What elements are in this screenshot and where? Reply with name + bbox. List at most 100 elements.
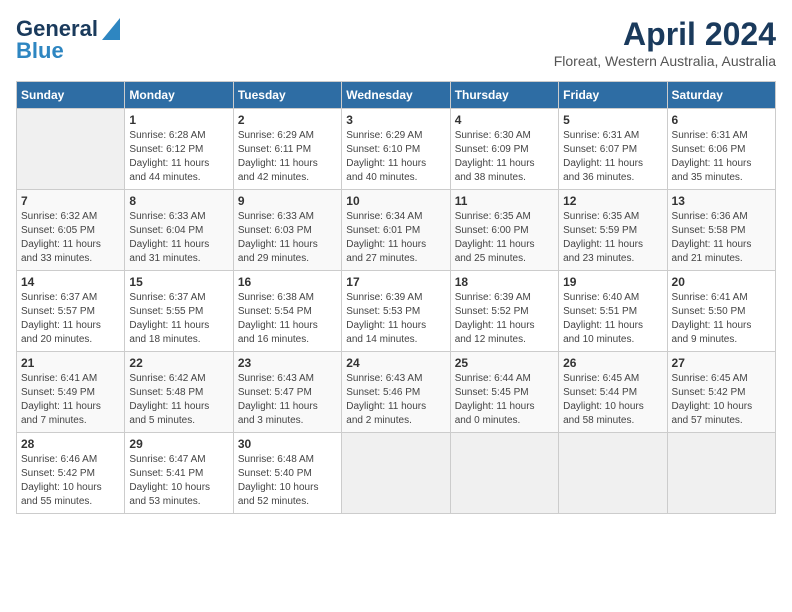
calendar-day-cell [342, 433, 450, 514]
calendar-day-cell: 12 Sunrise: 6:35 AM Sunset: 5:59 PM Dayli… [559, 190, 667, 271]
day-number: 22 [129, 356, 228, 370]
day-number: 20 [672, 275, 771, 289]
day-info: Sunrise: 6:35 AM Sunset: 5:59 PM Dayligh… [563, 210, 662, 266]
day-info: Sunrise: 6:30 AM Sunset: 6:09 PM Dayligh… [455, 129, 554, 185]
day-number: 27 [672, 356, 771, 370]
day-info: Sunrise: 6:33 AM Sunset: 6:04 PM Dayligh… [129, 210, 228, 266]
day-number: 26 [563, 356, 662, 370]
calendar-day-cell: 10Sunrise: 6:34 AM Sunset: 6:01 PM Dayli… [342, 190, 450, 271]
day-info: Sunrise: 6:47 AM Sunset: 5:41 PM Dayligh… [129, 453, 228, 509]
day-number: 7 [21, 194, 120, 208]
day-info: Sunrise: 6:44 AM Sunset: 5:45 PM Dayligh… [455, 372, 554, 428]
day-info: Sunrise: 6:43 AM Sunset: 5:47 PM Dayligh… [238, 372, 337, 428]
calendar-week-row: 28 Sunrise: 6:46 AM Sunset: 5:42 PM Dayli… [17, 433, 776, 514]
day-number: 14 [21, 275, 120, 289]
calendar-day-cell: 6 Sunrise: 6:31 AM Sunset: 6:06 PM Daylig… [667, 109, 775, 190]
day-info: Sunrise: 6:39 AM Sunset: 5:53 PM Dayligh… [346, 291, 445, 347]
day-number: 2 [238, 113, 337, 127]
day-info: Sunrise: 6:38 AM Sunset: 5:54 PM Dayligh… [238, 291, 337, 347]
calendar-day-cell: 28 Sunrise: 6:46 AM Sunset: 5:42 PM Dayli… [17, 433, 125, 514]
day-info: Sunrise: 6:29 AM Sunset: 6:11 PM Dayligh… [238, 129, 337, 185]
calendar-day-cell: 22 Sunrise: 6:42 AM Sunset: 5:48 PM Dayli… [125, 352, 233, 433]
day-number: 10 [346, 194, 445, 208]
day-info: Sunrise: 6:37 AM Sunset: 5:55 PM Dayligh… [129, 291, 228, 347]
weekday-header-cell: Sunday [17, 82, 125, 109]
calendar-day-cell: 11 Sunrise: 6:35 AM Sunset: 6:00 PM Dayli… [450, 190, 558, 271]
calendar-week-row: 14Sunrise: 6:37 AM Sunset: 5:57 PM Dayli… [17, 271, 776, 352]
calendar-day-cell: 25Sunrise: 6:44 AM Sunset: 5:45 PM Dayli… [450, 352, 558, 433]
calendar-day-cell [17, 109, 125, 190]
day-number: 8 [129, 194, 228, 208]
calendar-body: 1Sunrise: 6:28 AM Sunset: 6:12 PM Daylig… [17, 109, 776, 514]
weekday-header-cell: Wednesday [342, 82, 450, 109]
day-number: 18 [455, 275, 554, 289]
calendar-day-cell: 30 Sunrise: 6:48 AM Sunset: 5:40 PM Dayli… [233, 433, 341, 514]
month-title: April 2024 [554, 16, 776, 53]
day-number: 9 [238, 194, 337, 208]
calendar-week-row: 1Sunrise: 6:28 AM Sunset: 6:12 PM Daylig… [17, 109, 776, 190]
calendar-day-cell: 21 Sunrise: 6:41 AM Sunset: 5:49 PM Dayli… [17, 352, 125, 433]
day-info: Sunrise: 6:46 AM Sunset: 5:42 PM Dayligh… [21, 453, 120, 509]
calendar-day-cell: 18 Sunrise: 6:39 AM Sunset: 5:52 PM Dayli… [450, 271, 558, 352]
day-info: Sunrise: 6:40 AM Sunset: 5:51 PM Dayligh… [563, 291, 662, 347]
weekday-header-cell: Saturday [667, 82, 775, 109]
calendar-day-cell: 27 Sunrise: 6:45 AM Sunset: 5:42 PM Dayli… [667, 352, 775, 433]
day-info: Sunrise: 6:42 AM Sunset: 5:48 PM Dayligh… [129, 372, 228, 428]
calendar-day-cell [667, 433, 775, 514]
day-info: Sunrise: 6:32 AM Sunset: 6:05 PM Dayligh… [21, 210, 120, 266]
day-info: Sunrise: 6:45 AM Sunset: 5:44 PM Dayligh… [563, 372, 662, 428]
calendar-day-cell: 13 Sunrise: 6:36 AM Sunset: 5:58 PM Dayli… [667, 190, 775, 271]
calendar-day-cell: 23 Sunrise: 6:43 AM Sunset: 5:47 PM Dayli… [233, 352, 341, 433]
day-number: 3 [346, 113, 445, 127]
weekday-header-cell: Tuesday [233, 82, 341, 109]
calendar-week-row: 21 Sunrise: 6:41 AM Sunset: 5:49 PM Dayli… [17, 352, 776, 433]
day-info: Sunrise: 6:33 AM Sunset: 6:03 PM Dayligh… [238, 210, 337, 266]
calendar-day-cell: 16 Sunrise: 6:38 AM Sunset: 5:54 PM Dayli… [233, 271, 341, 352]
day-info: Sunrise: 6:41 AM Sunset: 5:50 PM Dayligh… [672, 291, 771, 347]
calendar-day-cell: 20 Sunrise: 6:41 AM Sunset: 5:50 PM Dayli… [667, 271, 775, 352]
day-number: 28 [21, 437, 120, 451]
day-number: 16 [238, 275, 337, 289]
day-info: Sunrise: 6:29 AM Sunset: 6:10 PM Dayligh… [346, 129, 445, 185]
page-header: General Blue April 2024 Floreat, Western… [16, 16, 776, 69]
calendar-day-cell [450, 433, 558, 514]
calendar-day-cell: 24 Sunrise: 6:43 AM Sunset: 5:46 PM Dayli… [342, 352, 450, 433]
day-number: 4 [455, 113, 554, 127]
logo-arrow-icon [102, 18, 120, 40]
day-info: Sunrise: 6:43 AM Sunset: 5:46 PM Dayligh… [346, 372, 445, 428]
day-info: Sunrise: 6:39 AM Sunset: 5:52 PM Dayligh… [455, 291, 554, 347]
day-number: 24 [346, 356, 445, 370]
day-info: Sunrise: 6:36 AM Sunset: 5:58 PM Dayligh… [672, 210, 771, 266]
day-info: Sunrise: 6:45 AM Sunset: 5:42 PM Dayligh… [672, 372, 771, 428]
calendar-day-cell: 2 Sunrise: 6:29 AM Sunset: 6:11 PM Daylig… [233, 109, 341, 190]
day-number: 13 [672, 194, 771, 208]
location-text: Floreat, Western Australia, Australia [554, 53, 776, 69]
day-number: 12 [563, 194, 662, 208]
calendar-day-cell: 29Sunrise: 6:47 AM Sunset: 5:41 PM Dayli… [125, 433, 233, 514]
day-number: 15 [129, 275, 228, 289]
weekday-header-cell: Thursday [450, 82, 558, 109]
logo-blue-text: Blue [16, 38, 64, 64]
calendar-week-row: 7 Sunrise: 6:32 AM Sunset: 6:05 PM Daylig… [17, 190, 776, 271]
title-block: April 2024 Floreat, Western Australia, A… [554, 16, 776, 69]
calendar-day-cell: 15 Sunrise: 6:37 AM Sunset: 5:55 PM Dayli… [125, 271, 233, 352]
day-number: 21 [21, 356, 120, 370]
day-number: 5 [563, 113, 662, 127]
calendar-day-cell: 26 Sunrise: 6:45 AM Sunset: 5:44 PM Dayli… [559, 352, 667, 433]
calendar-day-cell: 5Sunrise: 6:31 AM Sunset: 6:07 PM Daylig… [559, 109, 667, 190]
calendar-day-cell: 3 Sunrise: 6:29 AM Sunset: 6:10 PM Daylig… [342, 109, 450, 190]
day-info: Sunrise: 6:41 AM Sunset: 5:49 PM Dayligh… [21, 372, 120, 428]
day-info: Sunrise: 6:35 AM Sunset: 6:00 PM Dayligh… [455, 210, 554, 266]
day-info: Sunrise: 6:31 AM Sunset: 6:06 PM Dayligh… [672, 129, 771, 185]
day-number: 6 [672, 113, 771, 127]
day-number: 30 [238, 437, 337, 451]
day-info: Sunrise: 6:48 AM Sunset: 5:40 PM Dayligh… [238, 453, 337, 509]
day-number: 23 [238, 356, 337, 370]
calendar-day-cell: 4 Sunrise: 6:30 AM Sunset: 6:09 PM Daylig… [450, 109, 558, 190]
calendar-day-cell: 1Sunrise: 6:28 AM Sunset: 6:12 PM Daylig… [125, 109, 233, 190]
calendar-day-cell: 8 Sunrise: 6:33 AM Sunset: 6:04 PM Daylig… [125, 190, 233, 271]
day-number: 11 [455, 194, 554, 208]
weekday-header-cell: Monday [125, 82, 233, 109]
calendar-day-cell: 14Sunrise: 6:37 AM Sunset: 5:57 PM Dayli… [17, 271, 125, 352]
calendar-day-cell: 9 Sunrise: 6:33 AM Sunset: 6:03 PM Daylig… [233, 190, 341, 271]
